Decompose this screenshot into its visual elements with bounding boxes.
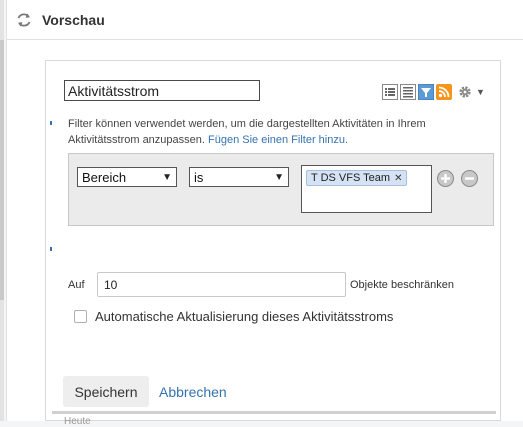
save-button[interactable]: Speichern <box>63 376 149 407</box>
preview-panel: Vorschau Aktivitätsstrom ▼ Filter können… <box>6 0 523 427</box>
filter-field-value: Bereich <box>82 169 127 185</box>
layout-marker <box>50 121 52 125</box>
add-filter-link[interactable]: Fügen Sie einen Filter hinzu. <box>208 134 348 146</box>
limit-suffix-label: Objekte beschränken <box>350 279 454 291</box>
limit-prefix-label: Auf <box>68 279 85 291</box>
filter-tag: T DS VFS Team ✕ <box>306 170 408 186</box>
refresh-icon[interactable] <box>15 11 33 29</box>
remove-filter-button[interactable] <box>461 170 478 187</box>
cancel-link[interactable]: Abbrechen <box>159 384 227 400</box>
filter-hint: Filter können verwendet werden, um die d… <box>68 116 478 148</box>
filter-tag-label: T DS VFS Team <box>311 172 391 184</box>
auto-refresh-row[interactable]: Automatische Aktualisierung dieses Aktiv… <box>74 309 393 324</box>
chevron-down-icon[interactable]: ▼ <box>476 87 485 97</box>
filter-row: Bereich ▼ is ▼ T DS VFS Team ✕ <box>68 153 494 226</box>
minus-icon <box>465 177 474 180</box>
auto-refresh-checkbox[interactable] <box>74 310 87 323</box>
limit-input[interactable] <box>97 272 346 297</box>
list-view-icon[interactable] <box>382 84 398 100</box>
gear-icon[interactable] <box>458 85 472 99</box>
filter-operator-select[interactable]: is ▼ <box>189 167 289 187</box>
activity-stream-gadget: ▼ Filter können verwendet werden, um die… <box>45 60 501 427</box>
layout-marker <box>50 247 52 251</box>
rss-feed-icon[interactable] <box>436 84 452 100</box>
partial-content-text: Heute <box>64 416 91 427</box>
detailed-view-icon[interactable] <box>400 84 416 100</box>
scrollbar-thumb[interactable] <box>0 40 4 300</box>
gadget-title-input[interactable] <box>64 80 260 101</box>
divider <box>52 411 496 414</box>
filter-field-select[interactable]: Bereich ▼ <box>77 167 177 187</box>
gadget-toolbar: ▼ <box>382 84 485 100</box>
panel-title: Vorschau <box>42 11 105 28</box>
panel-header: Vorschau <box>7 0 523 40</box>
auto-refresh-label[interactable]: Automatische Aktualisierung dieses Aktiv… <box>95 309 393 324</box>
chevron-down-icon: ▼ <box>274 171 284 183</box>
filter-value-picker[interactable]: T DS VFS Team ✕ <box>301 165 432 213</box>
filter-icon[interactable] <box>418 84 434 100</box>
add-filter-button[interactable] <box>437 170 454 187</box>
plus-icon <box>441 174 450 183</box>
scrollbar[interactable] <box>0 0 4 421</box>
chevron-down-icon: ▼ <box>162 171 172 183</box>
remove-tag-icon[interactable]: ✕ <box>394 173 402 184</box>
filter-operator-value: is <box>194 169 204 185</box>
